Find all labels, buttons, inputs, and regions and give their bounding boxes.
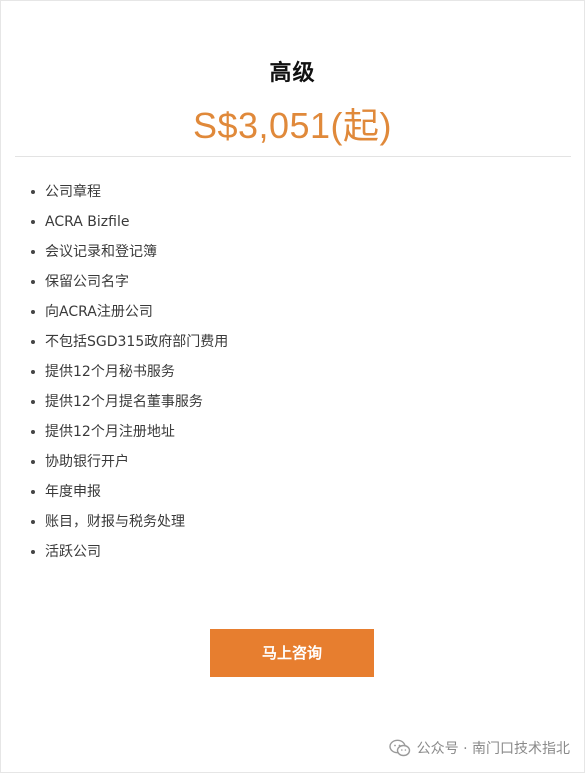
bullet-icon xyxy=(31,280,35,284)
feature-label: 提供12个月提名董事服务 xyxy=(45,394,203,410)
bullet-icon xyxy=(31,190,35,194)
bullet-icon xyxy=(31,250,35,254)
feature-item: 公司章程 xyxy=(31,177,228,207)
feature-label: 保留公司名字 xyxy=(45,274,129,290)
feature-label: 协助银行开户 xyxy=(45,454,129,470)
feature-label: 会议记录和登记簿 xyxy=(45,244,157,260)
feature-item: 年度申报 xyxy=(31,477,228,507)
feature-item: 不包括SGD315政府部门费用 xyxy=(31,327,228,357)
feature-label: 公司章程 xyxy=(45,184,101,200)
feature-label: 不包括SGD315政府部门费用 xyxy=(45,334,229,350)
bullet-icon xyxy=(31,370,35,374)
wechat-icon xyxy=(388,739,410,757)
feature-item: 会议记录和登记簿 xyxy=(31,237,228,267)
bullet-icon xyxy=(31,430,35,434)
feature-label: 向ACRA注册公司 xyxy=(45,304,153,320)
feature-item: 协助银行开户 xyxy=(31,447,228,477)
consult-now-button[interactable]: 马上咨询 xyxy=(210,629,374,677)
feature-item: 提供12个月秘书服务 xyxy=(31,357,228,387)
pricing-card: 高级 S$3,051(起) 公司章程 ACRA Bizfile 会议记录和登记簿… xyxy=(0,0,585,773)
bullet-icon xyxy=(31,550,35,554)
watermark: 公众号 · 南门口技术指北 xyxy=(388,738,570,758)
bullet-icon xyxy=(31,220,35,224)
plan-price: S$3,051(起) xyxy=(192,105,393,146)
feature-item: 保留公司名字 xyxy=(31,267,228,297)
feature-list: 公司章程 ACRA Bizfile 会议记录和登记簿 保留公司名字 向ACRA注… xyxy=(31,177,228,567)
feature-item: 活跃公司 xyxy=(31,537,228,567)
feature-item: ACRA Bizfile xyxy=(31,207,228,237)
feature-label: 账目，财报与税务处理 xyxy=(45,514,185,530)
feature-label: 活跃公司 xyxy=(45,544,101,560)
feature-item: 向ACRA注册公司 xyxy=(31,297,228,327)
feature-label: 年度申报 xyxy=(45,484,101,500)
feature-label: ACRA Bizfile xyxy=(45,214,130,230)
feature-item: 账目，财报与税务处理 xyxy=(31,507,228,537)
bullet-icon xyxy=(31,490,35,494)
watermark-text: 公众号 · 南门口技术指北 xyxy=(416,741,570,757)
feature-label: 提供12个月秘书服务 xyxy=(45,364,175,380)
bullet-icon xyxy=(31,400,35,404)
bullet-icon xyxy=(31,520,35,524)
bullet-icon xyxy=(31,340,35,344)
plan-title: 高级 xyxy=(269,61,316,86)
bullet-icon xyxy=(31,310,35,314)
bullet-icon xyxy=(31,460,35,464)
feature-item: 提供12个月注册地址 xyxy=(31,417,228,447)
feature-item: 提供12个月提名董事服务 xyxy=(31,387,228,417)
divider xyxy=(15,156,571,157)
feature-label: 提供12个月注册地址 xyxy=(45,424,175,440)
